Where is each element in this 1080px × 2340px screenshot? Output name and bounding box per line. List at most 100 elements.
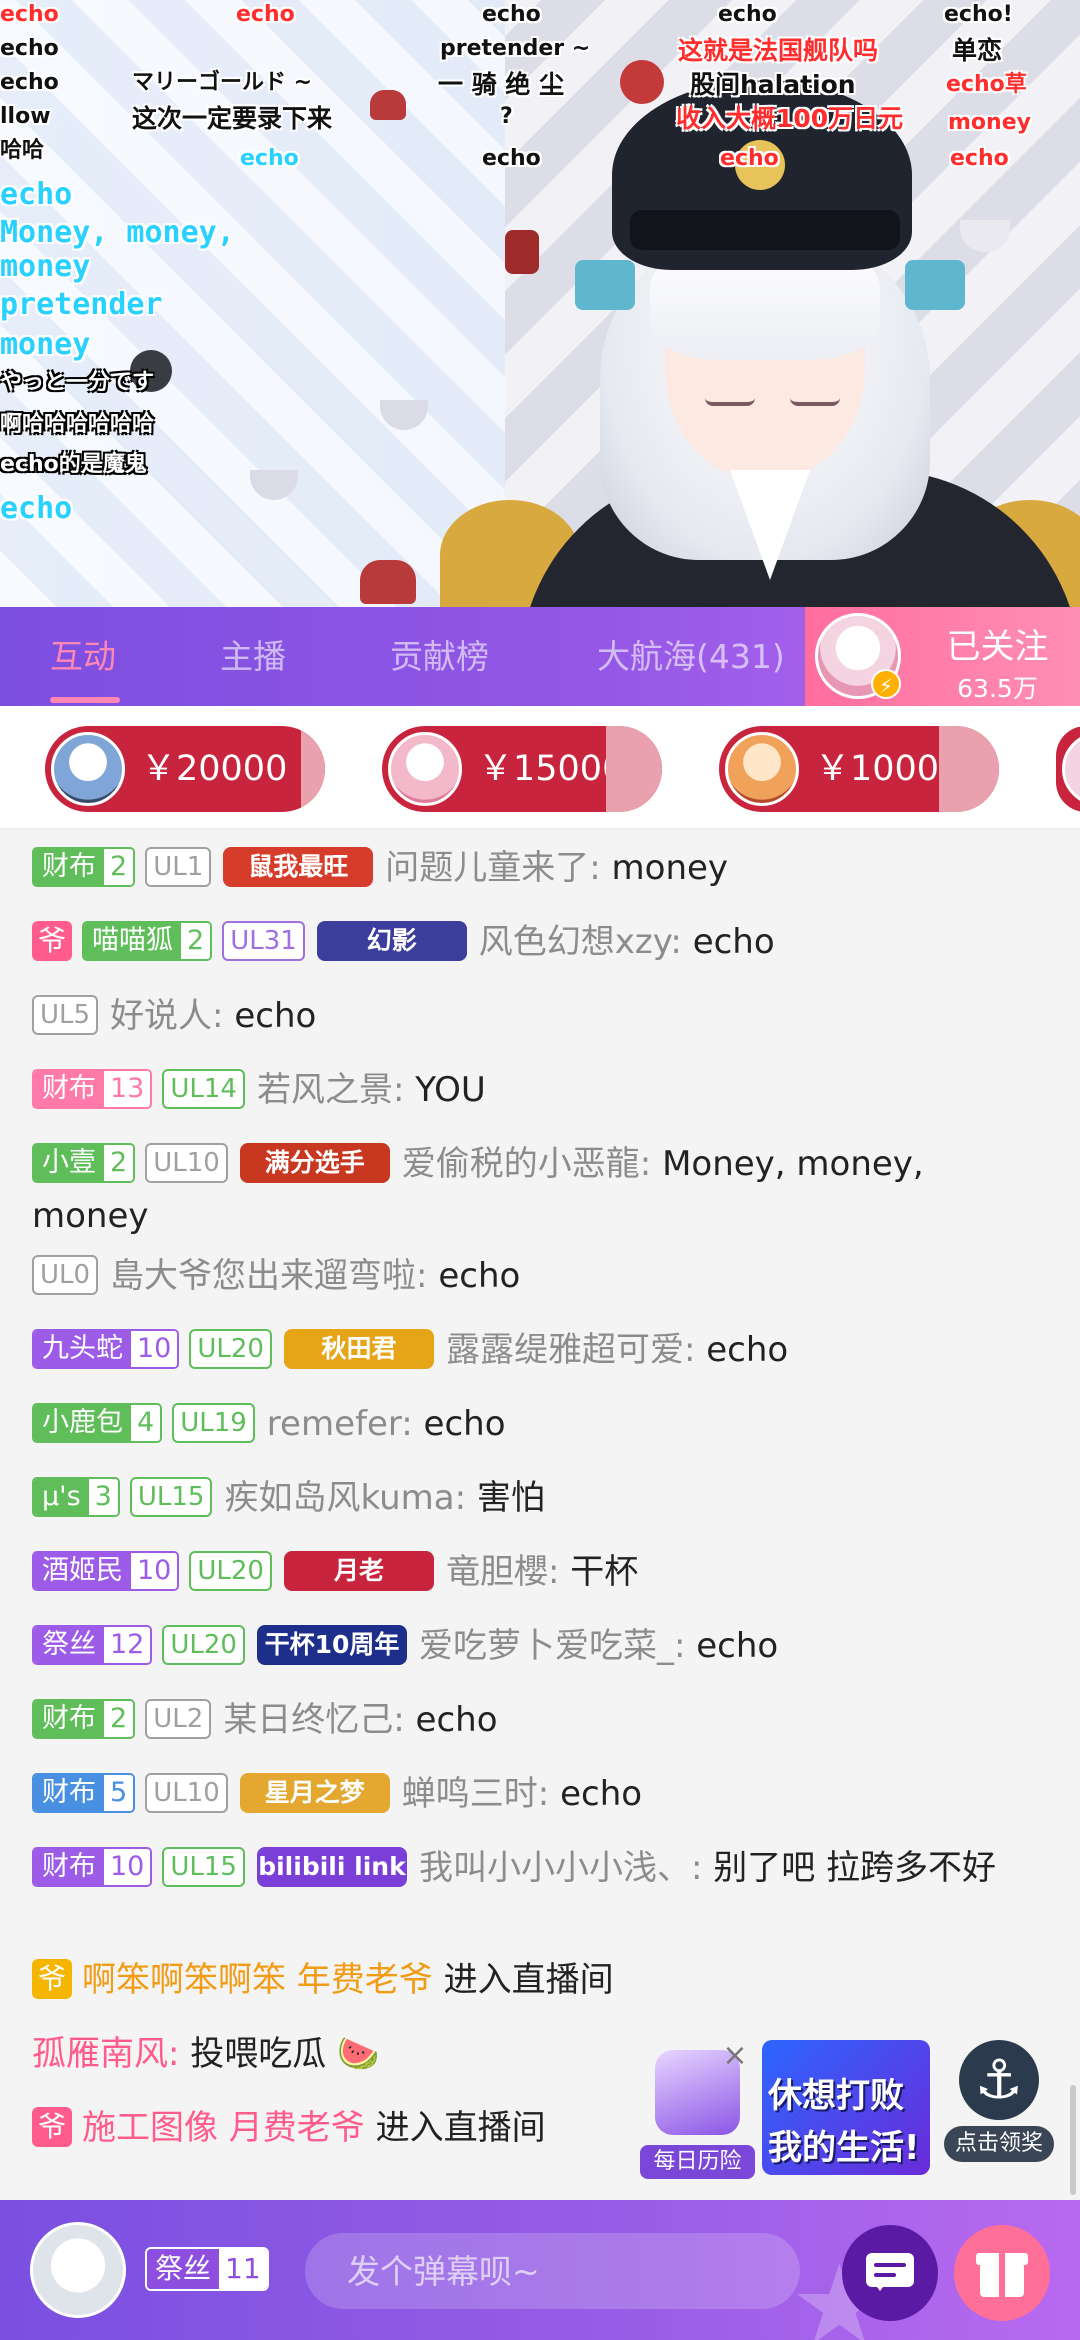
medal-name: μ's <box>34 1478 89 1515</box>
claim-reward-promo[interactable]: ⚓ 点击领奖 <box>944 2040 1054 2165</box>
chat-message[interactable]: 小壹 2 UL10 满分选手 爱偷税的小恶龍: Money, money, money <box>32 1138 1042 1242</box>
chat-message[interactable]: 财布 2 UL1 鼠我最旺 问题儿童来了: money <box>32 842 1042 894</box>
user-level-badge: UL15 <box>162 1846 245 1887</box>
fan-medal[interactable]: 财布 13 <box>32 1068 153 1109</box>
chat-username[interactable]: 爱偷税的小恶龍: <box>402 1144 651 1184</box>
fan-medal[interactable]: 财布 10 <box>32 1846 153 1887</box>
chat-username[interactable]: remefer: <box>267 1404 413 1444</box>
chat-username[interactable]: 島大爷您出来遛弯啦: <box>110 1256 427 1296</box>
rank-item[interactable] <box>1056 726 1080 812</box>
rank-amount: ￥20000 <box>141 749 288 789</box>
fan-medal[interactable]: μ's 3 <box>32 1476 120 1517</box>
close-icon[interactable]: × <box>720 2041 750 2071</box>
danmaku-comment: Money, money, <box>0 215 235 250</box>
rank-item[interactable]: ￥10000 <box>719 726 999 812</box>
chat-text: YOU <box>415 1070 486 1110</box>
chat-text: echo <box>706 1330 789 1370</box>
user-title-badge: 满分选手 <box>239 1142 390 1183</box>
bottom-input-bar: ★ 祭丝 11 <box>0 2200 1080 2340</box>
chat-username[interactable]: 某日终忆己: <box>223 1700 404 1740</box>
user-level-badge: UL10 <box>145 1772 228 1813</box>
chat-message[interactable]: 祭丝 12 UL20 干杯10周年 爱吃萝卜爱吃菜_: echo <box>32 1620 1042 1672</box>
chat-username[interactable]: 孤雁南风: <box>32 2034 179 2074</box>
fan-medal[interactable]: 财布 2 <box>32 846 136 887</box>
danmaku-comment: pretender <box>0 287 163 322</box>
fan-medal[interactable]: 财布 2 <box>32 1698 136 1739</box>
danmaku-comment: echo <box>482 146 541 171</box>
chat-username[interactable]: 施工图像 月费老爷 <box>82 2108 365 2148</box>
chat-username[interactable]: 蝉鸣三时: <box>402 1774 549 1814</box>
medal-level: 2 <box>104 1144 134 1181</box>
rank-avatar <box>1062 732 1080 806</box>
chat-username[interactable]: 问题儿童来了: <box>385 848 600 888</box>
chat-message[interactable]: UL0 島大爷您出来遛弯啦: echo <box>32 1250 1042 1302</box>
chat-username[interactable]: 爱吃萝卜爱吃菜_: <box>419 1626 685 1666</box>
chat-message[interactable]: 爷喵喵狐 2 UL31 幻影 风色幻想xzy: echo <box>32 916 1042 968</box>
cake-sprite <box>360 560 416 604</box>
chat-text: 投喂吃瓜 🍉 <box>190 2034 380 2074</box>
active-tab-indicator <box>50 697 120 703</box>
chat-username[interactable]: 疾如岛风kuma: <box>224 1478 466 1518</box>
chat-username[interactable]: 竜胆櫻: <box>446 1552 559 1592</box>
chat-message[interactable]: 小鹿包 4 UL19 remefer: echo <box>32 1398 1042 1450</box>
tab-interaction[interactable]: 互动 <box>50 607 116 706</box>
tab-guard[interactable]: 大航海(431) <box>597 607 785 706</box>
chat-bubble-icon <box>866 2253 914 2291</box>
chat-username[interactable]: 啊笨啊笨啊笨 年费老爷 <box>82 1960 433 2000</box>
chat-scrollbar[interactable] <box>1070 2085 1076 2195</box>
event-banner-line1: 休想打败 <box>768 2076 904 2116</box>
chat-message[interactable]: UL5 好说人: echo <box>32 990 1042 1042</box>
user-avatar[interactable] <box>30 2222 126 2318</box>
user-fan-medal[interactable]: 祭丝 11 <box>145 2247 269 2291</box>
medal-name: 财布 <box>34 1700 104 1737</box>
fan-medal[interactable]: 喵喵狐 2 <box>82 920 213 961</box>
rank-item[interactable]: ￥15000 <box>382 726 662 812</box>
danmaku-comment: 股间halation <box>690 70 856 99</box>
danmaku-toggle-button[interactable] <box>842 2225 938 2321</box>
rank-tail <box>301 726 325 812</box>
chat-username[interactable]: 我叫小小小小浅、: <box>419 1848 702 1888</box>
danmaku-input[interactable] <box>305 2233 800 2309</box>
danmaku-comment: echo! <box>944 2 1013 27</box>
fan-medal[interactable]: 祭丝 12 <box>32 1624 153 1665</box>
event-banner-line2: 我的生活! <box>768 2128 920 2168</box>
tab-contribution-rank[interactable]: 贡献榜 <box>390 607 489 706</box>
live-video-player[interactable]: echo echo echo llow 哈哈 echo マリーゴールド ~ 这次一定要录下来 e… <box>0 0 1080 607</box>
chat-message[interactable]: 爷啊笨啊笨啊笨 年费老爷 进入直播间 <box>32 1954 1042 2006</box>
fan-medal[interactable]: 酒姬民 10 <box>32 1550 180 1591</box>
user-level-badge: UL20 <box>162 1624 245 1665</box>
follow-button[interactable]: ⚡ 已关注 63.5万 <box>805 607 1080 706</box>
user-level-badge: UL19 <box>172 1402 255 1443</box>
chat-message[interactable]: 财布 2 UL2 某日终忆己: echo <box>32 1694 1042 1746</box>
chat-message[interactable]: 九头蛇 10 UL20 秋田君 露露缇雅超可爱: echo <box>32 1324 1042 1376</box>
chat-username[interactable]: 若风之景: <box>257 1070 404 1110</box>
chat-username[interactable]: 露露缇雅超可爱: <box>446 1330 695 1370</box>
chat-message[interactable]: 财布 13 UL14 若风之景: YOU <box>32 1064 1042 1116</box>
medal-level: 11 <box>219 2249 267 2289</box>
fan-medal[interactable]: 小鹿包 4 <box>32 1402 163 1443</box>
live-room-screen: echo echo echo llow 哈哈 echo マリーゴールド ~ 这次一定要录下来 e… <box>0 0 1080 2340</box>
chat-username[interactable]: 好说人: <box>110 996 223 1036</box>
chat-message[interactable]: 酒姬民 10 UL20 月老 竜胆櫻: 干杯 <box>32 1546 1042 1598</box>
chat-message[interactable]: 财布 10 UL15 bilibili link 我叫小小小小浅、: 别了吧 拉跨多不好 <box>32 1842 1042 1894</box>
chat-username[interactable]: 风色幻想xzy: <box>479 922 682 962</box>
danmaku-comment: echo <box>0 491 73 526</box>
chat-list[interactable]: 财布 2 UL1 鼠我最旺 问题儿童来了: money 爷喵喵狐 2 UL31 幻影 风色幻想xz… <box>0 830 1080 2200</box>
fan-medal[interactable]: 小壹 2 <box>32 1142 136 1183</box>
tab-streamer[interactable]: 主播 <box>220 607 286 706</box>
chat-message[interactable]: 财布 5 UL10 星月之梦 蝉鸣三时: echo <box>32 1768 1042 1820</box>
danmaku-comment: echo <box>240 146 299 171</box>
rank-item[interactable]: ￥20000 <box>45 726 325 812</box>
gift-button[interactable] <box>954 2225 1050 2321</box>
character-ribbon <box>905 260 965 310</box>
danmaku-comment: money <box>0 327 91 362</box>
fan-medal[interactable]: 九头蛇 10 <box>32 1328 180 1369</box>
danmaku-comment: llow <box>0 104 51 129</box>
fan-medal[interactable]: 财布 5 <box>32 1772 136 1813</box>
danmaku-comment: pretender ~ <box>440 36 591 61</box>
chat-message[interactable]: μ's 3 UL15 疾如岛风kuma: 害怕 <box>32 1472 1042 1524</box>
chat-text: 害怕 <box>476 1478 545 1518</box>
daily-adventure-promo[interactable]: × 每日历险 <box>640 2041 755 2180</box>
event-banner[interactable]: 休想打败 我的生活! <box>762 2040 930 2175</box>
medal-level: 5 <box>104 1774 134 1811</box>
